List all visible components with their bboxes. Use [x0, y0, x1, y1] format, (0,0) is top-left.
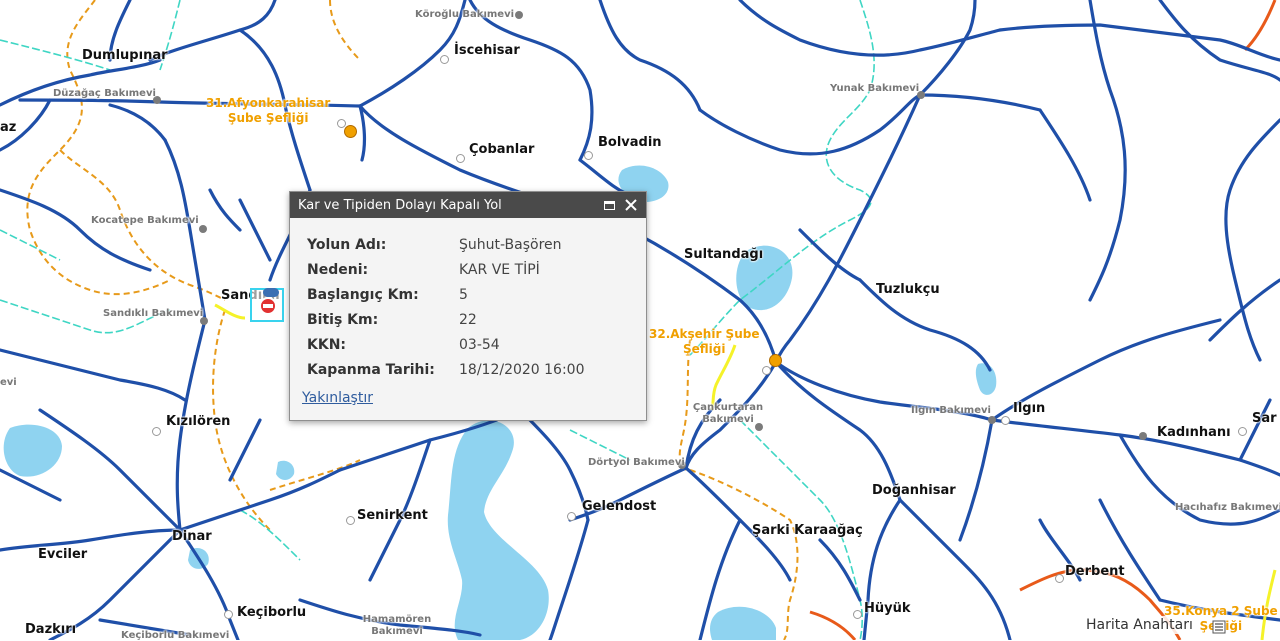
snow-cloud-icon: [263, 288, 279, 297]
info-row: KKN: 03-54: [307, 332, 585, 357]
settlement-marker: [346, 516, 355, 525]
city-label: Ilgın: [1013, 401, 1046, 416]
legend-icon[interactable]: [1212, 620, 1226, 634]
closed-road-marker[interactable]: [250, 288, 284, 322]
field-value: 22: [459, 311, 477, 328]
map-legend-button[interactable]: Harita Anahtarı: [1082, 616, 1197, 634]
info-row: Kapanma Tarihi: 18/12/2020 16:00: [307, 357, 585, 382]
maintenance-label: Yunak Bakımevi: [830, 83, 920, 94]
maintenance-marker[interactable]: [988, 416, 996, 424]
field-label: Kapanma Tarihi:: [307, 361, 435, 378]
branch-label-line: Şefliği: [682, 342, 726, 356]
maintenance-marker[interactable]: [199, 225, 207, 233]
close-icon: [625, 199, 637, 211]
city-label: Bolvadin: [598, 135, 662, 150]
popup-title: Kar ve Tipiden Dolayı Kapalı Yol: [298, 197, 502, 213]
city-label: Doğanhisar: [872, 483, 956, 498]
city-label: Hüyük: [864, 601, 911, 616]
city-label: Tuzlukçu: [876, 282, 940, 297]
info-row: Başlangıç Km: 5: [307, 282, 585, 307]
settlement-marker: [1238, 427, 1247, 436]
maintenance-label: Hacıhafız Bakımevi: [1175, 502, 1280, 513]
popup-header: Kar ve Tipiden Dolayı Kapalı Yol: [290, 192, 646, 218]
city-label: Dumlupınar: [82, 48, 168, 63]
city-label: Kadınhanı: [1157, 425, 1231, 440]
city-label: Sultandağı: [684, 247, 764, 262]
field-label: Nedeni:: [307, 261, 369, 278]
info-row: Yolun Adı: Şuhut-Başören: [307, 232, 585, 257]
popup-body: Yolun Adı: Şuhut-Başören Nedeni: KAR VE Tİ…: [290, 218, 646, 407]
maintenance-label: Dörtyol Bakımevi: [588, 457, 685, 468]
maintenance-label: Keçiborlu Bakımevi: [121, 630, 230, 641]
city-label: İscehisar: [454, 43, 520, 58]
settlement-marker: [152, 427, 161, 436]
settlement-marker: [456, 154, 465, 163]
settlement-marker: [762, 366, 771, 375]
city-label: Kızılören: [166, 414, 231, 429]
maintenance-label: Düzağaç Bakımevi: [53, 88, 156, 99]
settlement-marker: [1055, 574, 1064, 583]
state-roads: [809, 0, 1277, 640]
city-label: Keçiborlu: [237, 605, 307, 620]
field-label: Yolun Adı:: [307, 236, 387, 253]
city-label: Çobanlar: [469, 142, 535, 157]
settlement-marker: [584, 151, 593, 160]
maintenance-label: Hamamören Bakımevi: [362, 614, 432, 637]
maintenance-label: Kocatepe Bakımevi: [91, 215, 199, 226]
settlement-marker: [567, 512, 576, 521]
city-label: Dinar: [172, 529, 212, 544]
city-label: az: [0, 120, 17, 135]
info-popup: Kar ve Tipiden Dolayı Kapalı Yol Yolun A…: [289, 191, 647, 421]
field-label: KKN:: [307, 336, 347, 353]
maintenance-marker[interactable]: [515, 11, 523, 19]
field-label: Başlangıç Km:: [307, 286, 419, 303]
info-row: Nedeni: KAR VE TİPİ: [307, 257, 585, 282]
branch-label-line: 31.Afyonkarahisar: [206, 96, 331, 110]
maintenance-label: Sandıklı Bakımevi: [103, 308, 204, 319]
city-label: Şarki Karaağaç: [752, 523, 863, 538]
city-label: Evciler: [38, 547, 88, 562]
city-label: Derbent: [1065, 564, 1125, 579]
settlement-marker: [1001, 416, 1010, 425]
branch-label: 32.Akşehir Şube Şefliği: [649, 327, 759, 357]
city-label: Sar: [1252, 411, 1277, 426]
settlement-marker: [853, 610, 862, 619]
branch-label-line: Şube Şefliği: [227, 111, 309, 125]
info-table: Yolun Adı: Şuhut-Başören Nedeni: KAR VE Tİ…: [307, 232, 585, 382]
branch-marker[interactable]: [344, 125, 357, 138]
field-value: 18/12/2020 16:00: [459, 361, 585, 378]
field-value: 5: [459, 286, 468, 303]
city-label: Gelendost: [582, 499, 657, 514]
settlement-marker: [337, 119, 346, 128]
city-label: Senirkent: [357, 508, 428, 523]
branch-label: 31.Afyonkarahisar Şube Şefliği: [206, 96, 330, 126]
maintenance-label: Köroğlu Bakımevi: [415, 9, 515, 20]
branch-label-line: 32.Akşehir Şube: [649, 327, 760, 341]
maintenance-marker[interactable]: [1139, 432, 1147, 440]
maintenance-label: Çankurtaran Bakımevi: [692, 402, 764, 425]
field-value: 03-54: [459, 336, 500, 353]
field-value: Şuhut-Başören: [459, 236, 562, 253]
close-button[interactable]: [622, 196, 640, 214]
settlement-marker: [440, 55, 449, 64]
branch-marker[interactable]: [769, 354, 782, 367]
info-row: Bitiş Km: 22: [307, 307, 585, 332]
field-value: KAR VE TİPİ: [459, 261, 540, 278]
no-entry-bar: [263, 304, 273, 308]
maintenance-label: evi: [0, 377, 17, 388]
settlement-marker: [224, 610, 233, 619]
city-label: Dazkırı: [25, 622, 77, 637]
maintenance-label: Ilgın Bakımevi: [911, 405, 991, 416]
field-label: Bitiş Km:: [307, 311, 379, 328]
maximize-icon: [603, 200, 615, 210]
zoom-in-link[interactable]: Yakınlaştır: [302, 390, 373, 406]
maximize-button[interactable]: [600, 196, 618, 214]
